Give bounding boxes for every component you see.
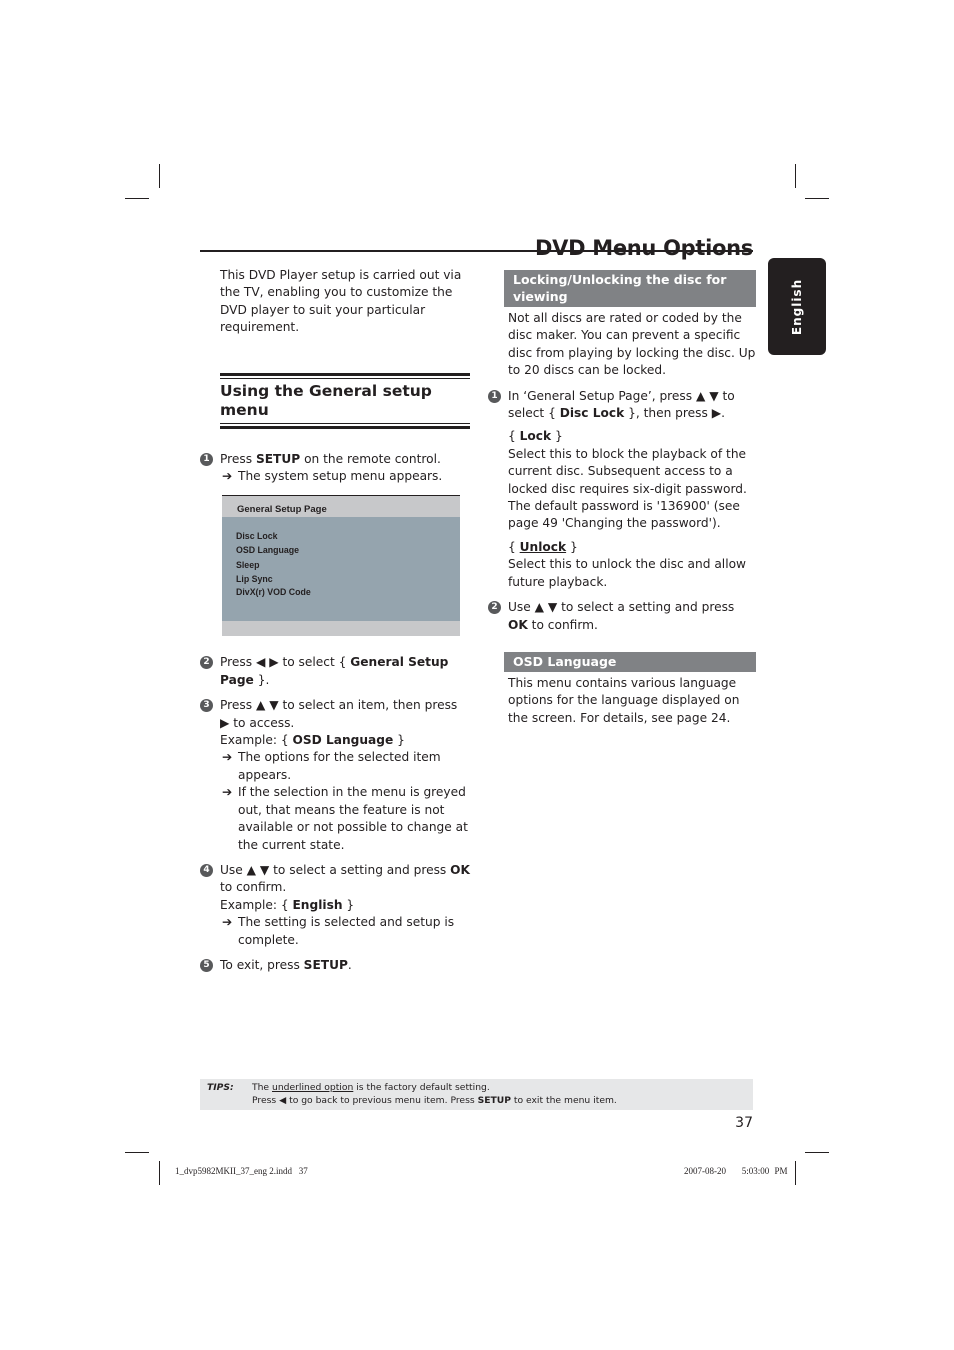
osd-menu-item: DivX(r) VOD Code <box>236 587 311 598</box>
result-line: ➔ If the selection in the menu is greyed … <box>220 784 470 854</box>
crop-mark <box>125 198 149 199</box>
crop-mark <box>795 1161 796 1185</box>
page-number: 37 <box>735 1115 753 1131</box>
option-unlock-desc: Select this to unlock the disc and allow… <box>508 557 747 589</box>
step-text: }, then press ▶. <box>624 406 725 421</box>
crop-mark <box>795 164 796 188</box>
footer-filename: 1_dvp5982MKII_37_eng 2.indd 37 <box>175 1166 308 1176</box>
crop-mark <box>159 164 160 188</box>
tips-box: TIPS: The underlined option is the facto… <box>200 1079 753 1110</box>
tips-label: TIPS: <box>207 1082 234 1093</box>
example-end: } <box>342 897 355 912</box>
step-text: To exit, press <box>220 957 304 972</box>
crop-mark <box>805 198 829 199</box>
step-text: Press ◀ ▶ to select { <box>220 655 351 670</box>
section-title: Using the General setup menu <box>220 381 432 419</box>
option-lock: { Lock } Select this to block the playba… <box>488 428 756 532</box>
option-unlock: { Unlock } Select this to unlock the dis… <box>488 539 756 591</box>
section-heading-osd-language: OSD Language <box>504 651 756 672</box>
step-number-icon: 2 <box>488 601 501 615</box>
osd-language-text: This menu contains various language opti… <box>508 675 740 725</box>
locking-intro: Not all discs are rated or coded by the … <box>508 311 756 378</box>
step-text: on the remote control. <box>300 451 441 466</box>
result-text: The setting is selected and setup is com… <box>238 915 455 947</box>
result-line: ➔ The system setup menu appears. <box>220 468 470 485</box>
osd-menu-body: Disc Lock OSD Language Sleep Lip Sync Di… <box>222 517 460 622</box>
right-column: Locking/Unlocking the disc for viewing N… <box>488 270 756 727</box>
result-text: The system setup menu appears. <box>238 469 443 484</box>
tips-line2: Press ◀ to go back to previous menu item… <box>252 1095 478 1106</box>
step-number-icon: 5 <box>200 958 213 972</box>
arrow-icon: ➔ <box>222 750 233 765</box>
step-text: Press ▲ ▼ to select an item, then press … <box>220 698 458 730</box>
language-tab-label: English <box>790 278 804 335</box>
locking-step-2: 2 Use ▲ ▼ to select a setting and press … <box>488 599 756 634</box>
option-lock-label: Lock <box>519 429 552 444</box>
osd-menu-title: General Setup Page <box>237 504 327 516</box>
step-text: Use ▲ ▼ to select a setting and press <box>508 600 735 615</box>
page-title: DVD Menu Options <box>535 236 753 261</box>
step-key: OK <box>450 862 470 877</box>
step-key: OK <box>508 617 528 632</box>
step-3: 3 Press ▲ ▼ to select an item, then pres… <box>200 697 470 854</box>
crop-mark <box>159 1161 160 1185</box>
result-line: ➔ The options for the selected item appea… <box>220 749 470 784</box>
crop-mark <box>125 1152 149 1153</box>
step-text: Use ▲ ▼ to select a setting and press <box>220 862 451 877</box>
example-label: Example: { <box>220 733 293 748</box>
tips-text: The underlined option is the factory def… <box>252 1081 617 1107</box>
step-number-icon: 1 <box>200 452 213 466</box>
arrow-icon: ➔ <box>222 469 233 484</box>
example-value: OSD Language <box>292 733 394 748</box>
step-1: 1 Press SETUP on the remote control. ➔ Th… <box>200 451 470 486</box>
crop-mark <box>805 1152 829 1153</box>
step-text: }. <box>253 672 270 687</box>
step-number-icon: 1 <box>488 389 501 403</box>
step-key: SETUP <box>303 957 348 972</box>
footer-timestamp: 2007-08-20 5:03:00 PM <box>684 1166 788 1176</box>
step-5: 5 To exit, press SETUP. <box>200 957 470 974</box>
left-column: This DVD Player setup is carried out via… <box>200 267 470 974</box>
step-number-icon: 2 <box>200 656 213 670</box>
option-lock-desc: Select this to block the playback of the… <box>508 446 747 531</box>
step-2: 2 Press ◀ ▶ to select { General Setup Pa… <box>200 654 470 689</box>
language-tab: English <box>768 258 826 355</box>
step-key: Disc Lock <box>559 406 625 421</box>
section-heading-locking: Locking/Unlocking the disc for viewing <box>504 270 756 307</box>
locking-step-1: 1 In ‘General Setup Page’, press ▲ ▼ to … <box>488 388 756 423</box>
tips-line2-end: to exit the menu item. <box>510 1095 617 1106</box>
result-text: The options for the selected item appear… <box>238 750 441 782</box>
example-label: Example: { <box>220 897 293 912</box>
tips-underlined: underlined option <box>272 1082 354 1093</box>
step-text: . <box>347 957 352 972</box>
option-unlock-label: Unlock <box>519 539 567 554</box>
title-rule <box>200 250 753 252</box>
step-4: 4 Use ▲ ▼ to select a setting and press … <box>200 862 470 949</box>
step-text: to confirm. <box>527 617 598 632</box>
example-value: English <box>292 897 343 912</box>
intro-text: This DVD Player setup is carried out via… <box>220 268 462 335</box>
step-key: SETUP <box>255 451 301 466</box>
step-text: Press <box>220 451 256 466</box>
example-end: } <box>393 733 405 748</box>
arrow-icon: ➔ <box>222 785 233 800</box>
step-number-icon: 4 <box>200 863 213 877</box>
result-line: ➔ The setting is selected and setup is co… <box>220 914 470 949</box>
section-heading: Using the General setup menu <box>220 372 470 429</box>
step-text: to confirm. <box>220 880 287 895</box>
tips-key: SETUP <box>477 1095 511 1106</box>
step-number-icon: 3 <box>200 699 213 713</box>
tips-line1-end: is the factory default setting. <box>353 1082 490 1093</box>
osd-menu-screenshot: General Setup Page Disc Lock OSD Languag… <box>222 495 460 637</box>
tips-line1: The <box>252 1082 273 1093</box>
arrow-icon: ➔ <box>222 915 233 930</box>
result-text: If the selection in the menu is greyed o… <box>238 785 468 852</box>
